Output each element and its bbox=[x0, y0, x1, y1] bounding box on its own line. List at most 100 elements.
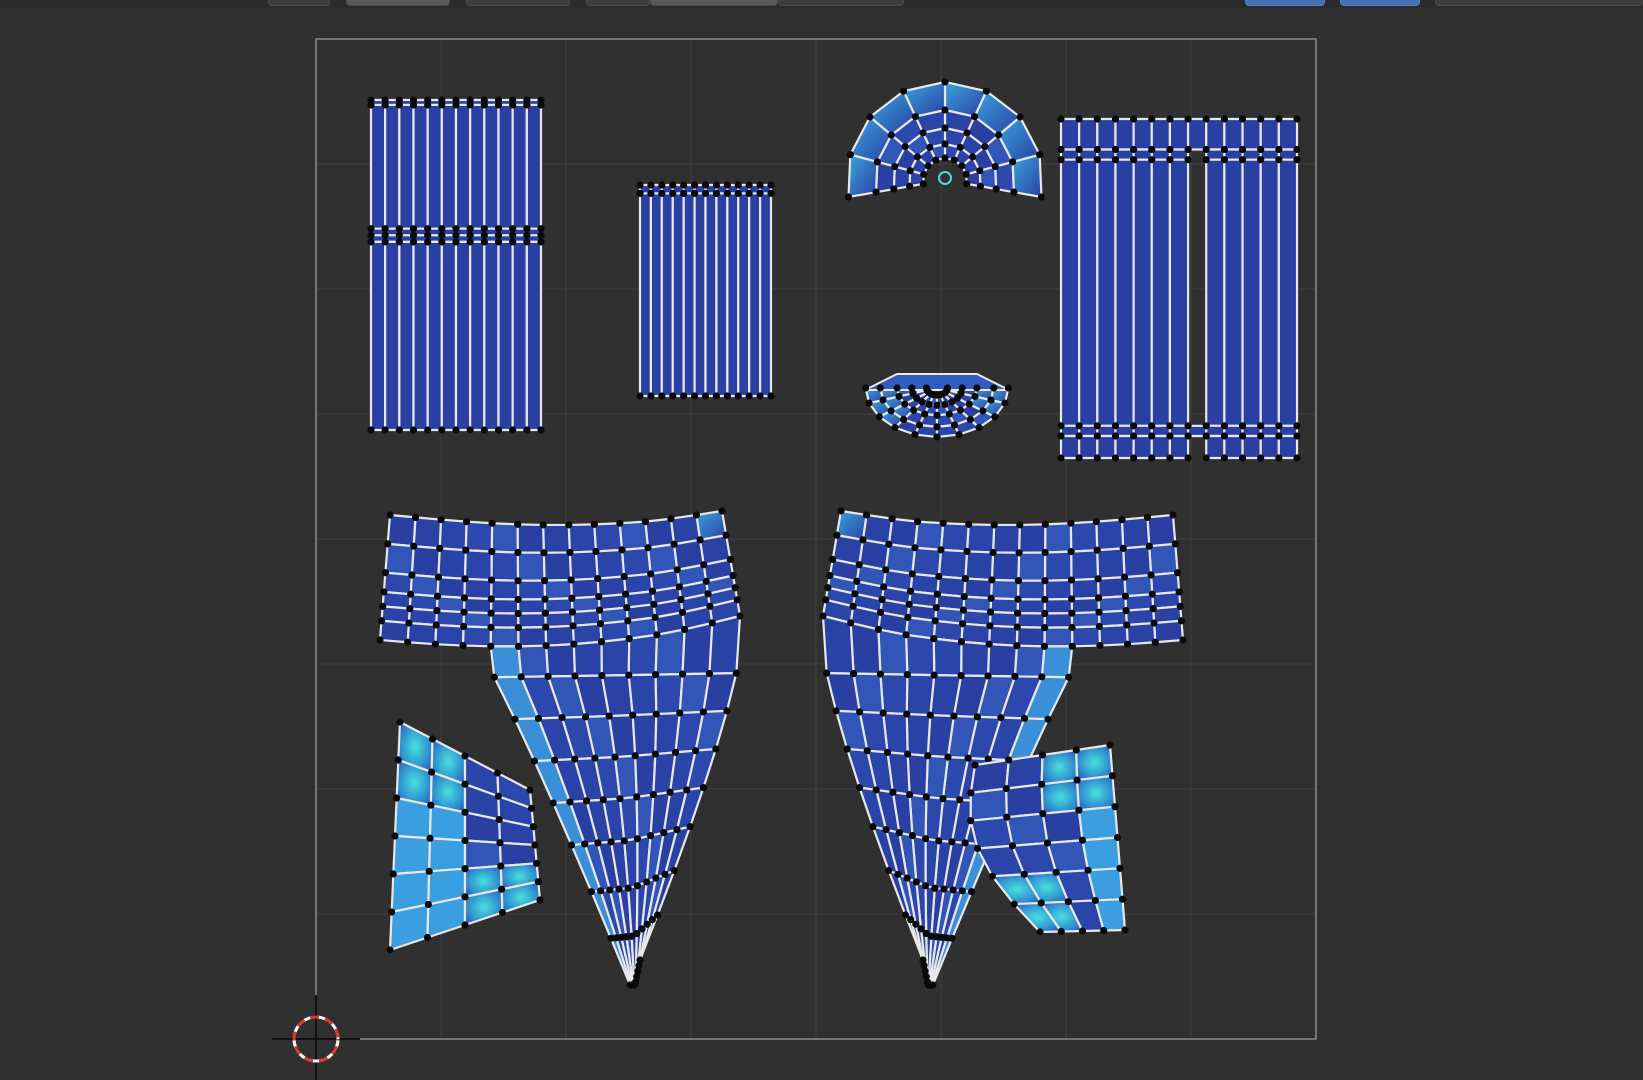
uv-face[interactable] bbox=[1078, 158, 1099, 427]
uv-vertex[interactable] bbox=[891, 424, 899, 432]
uv-vertex[interactable] bbox=[1020, 714, 1029, 723]
uv-vertex[interactable] bbox=[1148, 454, 1156, 462]
uv-vertex[interactable] bbox=[933, 433, 941, 441]
uv-vertex[interactable] bbox=[1041, 577, 1049, 585]
uv-vertex[interactable] bbox=[1166, 156, 1174, 164]
uv-vertex[interactable] bbox=[598, 671, 606, 680]
uv-vertex[interactable] bbox=[678, 670, 687, 678]
island-patch-right[interactable] bbox=[967, 741, 1129, 936]
uv-face[interactable] bbox=[1277, 117, 1299, 151]
uv-vertex[interactable] bbox=[1148, 422, 1156, 430]
uv-face[interactable] bbox=[1259, 117, 1280, 151]
uv-vertex[interactable] bbox=[1275, 454, 1283, 462]
uv-vertex[interactable] bbox=[943, 384, 952, 392]
uv-vertex[interactable] bbox=[873, 158, 881, 166]
uv-vertex[interactable] bbox=[596, 620, 605, 628]
uv-vertex[interactable] bbox=[899, 87, 908, 95]
uv-face[interactable] bbox=[406, 621, 438, 646]
uv-vertex[interactable] bbox=[436, 544, 444, 552]
uv-vertex[interactable] bbox=[438, 238, 446, 246]
uv-vertex[interactable] bbox=[680, 181, 688, 189]
uv-vertex[interactable] bbox=[647, 181, 655, 189]
uv-vertex[interactable] bbox=[692, 511, 701, 519]
uv-vertex[interactable] bbox=[1064, 898, 1072, 906]
uv-vertex[interactable] bbox=[1041, 624, 1049, 632]
uv-vertex[interactable] bbox=[652, 710, 660, 718]
uv-face[interactable] bbox=[1086, 867, 1124, 902]
uv-face[interactable] bbox=[1277, 434, 1299, 460]
uv-vertex[interactable] bbox=[591, 754, 599, 762]
uv-face[interactable] bbox=[1096, 158, 1117, 427]
uv-face[interactable] bbox=[925, 754, 950, 800]
uv-vertex[interactable] bbox=[514, 595, 522, 604]
uv-vertex[interactable] bbox=[945, 410, 953, 418]
uv-vertex[interactable] bbox=[876, 670, 885, 678]
uv-vertex[interactable] bbox=[582, 713, 590, 721]
uv-vertex[interactable] bbox=[1038, 751, 1047, 759]
uv-vertex[interactable] bbox=[494, 426, 503, 434]
uv-vertex[interactable] bbox=[376, 636, 384, 644]
uv-face[interactable] bbox=[437, 547, 467, 580]
uv-face[interactable] bbox=[1078, 117, 1099, 151]
uv-vertex[interactable] bbox=[1111, 803, 1119, 811]
uv-face[interactable] bbox=[384, 103, 401, 230]
uv-vertex[interactable] bbox=[490, 673, 498, 681]
uv-vertex[interactable] bbox=[680, 189, 688, 198]
uv-vertex[interactable] bbox=[745, 181, 753, 189]
uv-vertex[interactable] bbox=[1100, 926, 1108, 935]
uv-vertex[interactable] bbox=[967, 888, 976, 896]
uv-vertex[interactable] bbox=[466, 225, 474, 233]
uv-face[interactable] bbox=[428, 804, 467, 842]
uv-vertex[interactable] bbox=[1238, 115, 1247, 123]
uv-face[interactable] bbox=[1005, 812, 1049, 847]
island-patch-left[interactable] bbox=[386, 718, 544, 954]
uv-vertex[interactable] bbox=[915, 421, 924, 429]
uv-face[interactable] bbox=[1098, 623, 1129, 647]
uv-vertex[interactable] bbox=[887, 407, 895, 415]
uv-vertex[interactable] bbox=[534, 878, 542, 886]
uv-face[interactable] bbox=[879, 673, 909, 716]
uv-face[interactable] bbox=[1114, 434, 1135, 460]
uv-face[interactable] bbox=[965, 523, 996, 554]
uv-vertex[interactable] bbox=[846, 151, 854, 159]
uv-vertex[interactable] bbox=[976, 182, 985, 190]
uv-face[interactable] bbox=[905, 673, 936, 717]
uv-face[interactable] bbox=[904, 633, 936, 677]
uv-vertex[interactable] bbox=[918, 398, 926, 406]
uv-vertex[interactable] bbox=[960, 593, 968, 601]
uv-vertex[interactable] bbox=[885, 540, 893, 548]
uv-vertex[interactable] bbox=[1067, 548, 1075, 556]
uv-vertex[interactable] bbox=[649, 790, 657, 799]
uv-vertex[interactable] bbox=[367, 101, 375, 109]
uv-vertex[interactable] bbox=[367, 231, 375, 239]
uv-vertex[interactable] bbox=[409, 426, 418, 434]
uv-vertex[interactable] bbox=[1148, 590, 1156, 598]
uv-face[interactable] bbox=[1096, 434, 1117, 460]
uv-face[interactable] bbox=[462, 596, 493, 615]
uv-face[interactable] bbox=[1059, 434, 1081, 460]
uv-vertex[interactable] bbox=[462, 546, 470, 554]
uv-vertex[interactable] bbox=[1052, 868, 1060, 876]
uv-face[interactable] bbox=[682, 192, 696, 398]
uv-vertex[interactable] bbox=[986, 622, 994, 630]
uv-face[interactable] bbox=[1277, 158, 1299, 427]
uv-vertex[interactable] bbox=[1014, 609, 1022, 617]
uv-vertex[interactable] bbox=[438, 426, 446, 434]
uv-vertex[interactable] bbox=[888, 515, 896, 523]
uv-vertex[interactable] bbox=[732, 669, 740, 677]
uv-face[interactable] bbox=[1069, 520, 1099, 553]
uv-vertex[interactable] bbox=[1121, 592, 1130, 600]
uv-face[interactable] bbox=[517, 625, 548, 648]
uv-vertex[interactable] bbox=[569, 622, 577, 630]
uv-vertex[interactable] bbox=[537, 231, 545, 239]
uv-face[interactable] bbox=[737, 192, 751, 398]
uv-vertex[interactable] bbox=[680, 392, 688, 400]
uv-face[interactable] bbox=[1096, 547, 1126, 580]
uv-vertex[interactable] bbox=[405, 619, 413, 627]
uv-vertex[interactable] bbox=[671, 748, 680, 756]
uv-face[interactable] bbox=[426, 240, 443, 432]
uv-face[interactable] bbox=[1168, 158, 1190, 427]
uv-vertex[interactable] bbox=[595, 593, 603, 601]
uv-vertex[interactable] bbox=[908, 570, 916, 578]
uv-face[interactable] bbox=[490, 578, 520, 601]
